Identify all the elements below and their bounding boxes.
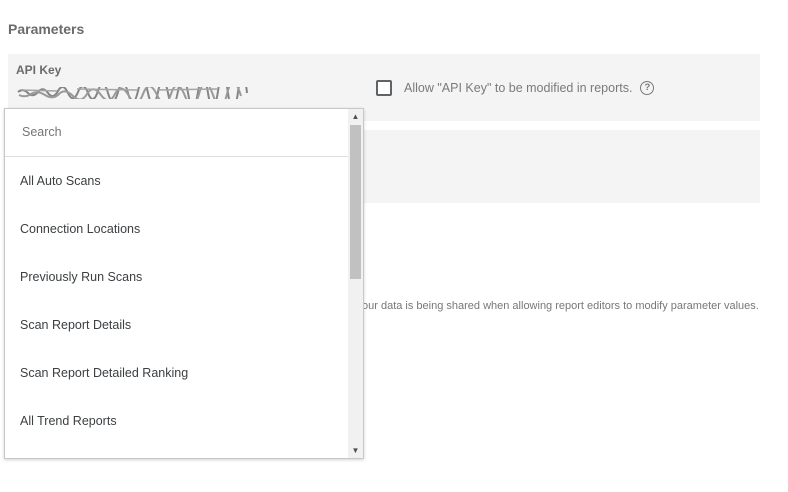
scrollbar-thumb[interactable] <box>350 125 361 279</box>
arrow-up-icon[interactable]: ▲ <box>348 109 363 124</box>
section-title: Parameters <box>8 21 85 37</box>
dropdown-item[interactable]: Connection Locations <box>5 205 348 253</box>
parameter-dropdown[interactable]: Search All Auto Scans Connection Locatio… <box>4 108 364 459</box>
dropdown-item[interactable]: Scan Report Detailed Ranking <box>5 349 348 397</box>
dropdown-item[interactable]: All Trend Reports <box>5 397 348 445</box>
allow-modify-label: Allow "API Key" to be modified in report… <box>404 81 633 95</box>
dropdown-scrollbar[interactable]: ▲ ▼ <box>348 109 363 458</box>
dropdown-item[interactable]: Previously Run Scans <box>5 253 348 301</box>
dropdown-list: All Auto Scans Connection Locations Prev… <box>5 157 348 445</box>
redacted-api-key-value <box>17 87 248 99</box>
allow-modify-checkbox[interactable] <box>376 80 392 96</box>
sharing-hint-text: our data is being shared when allowing r… <box>362 300 759 312</box>
parameters-page: Parameters API Key Allow "API Key" to be… <box>0 0 788 492</box>
dropdown-item[interactable]: All Auto Scans <box>5 157 348 205</box>
search-input[interactable]: Search <box>5 109 348 157</box>
parameter-label: API Key <box>16 63 62 77</box>
arrow-down-icon[interactable]: ▼ <box>348 443 363 458</box>
dropdown-item[interactable]: Scan Report Details <box>5 301 348 349</box>
allow-modify-control: Allow "API Key" to be modified in report… <box>376 77 655 99</box>
help-circle-icon[interactable]: ? <box>640 81 655 95</box>
